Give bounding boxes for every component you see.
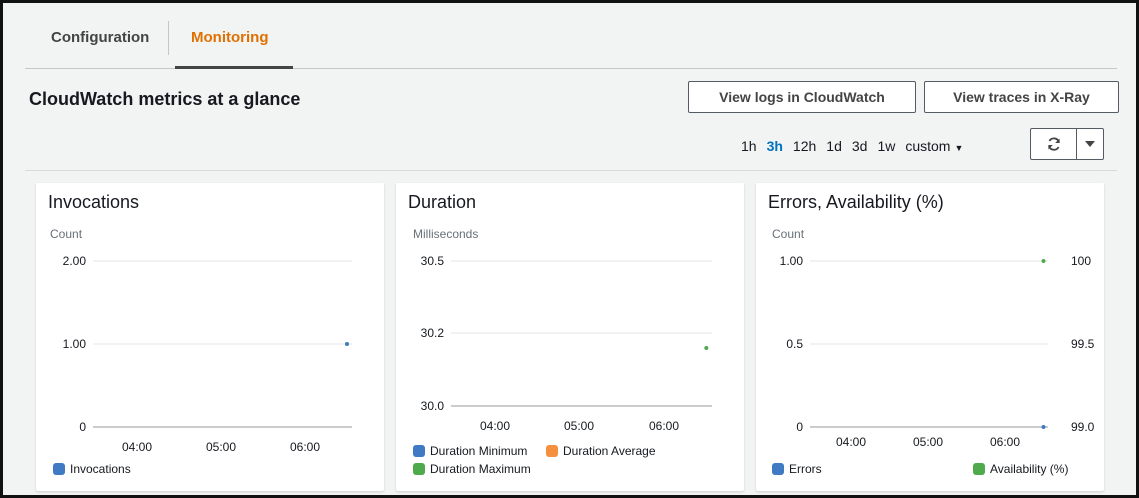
x-tick-label: 06:00 xyxy=(290,440,320,454)
view-logs-button[interactable]: View logs in CloudWatch xyxy=(688,81,916,113)
tab-separator xyxy=(168,21,169,55)
caret-down-icon xyxy=(1085,141,1095,147)
range-3h[interactable]: 3h xyxy=(767,138,783,154)
legend-label: Availability (%) xyxy=(990,462,1069,476)
refresh-icon xyxy=(1047,137,1060,151)
tab-monitoring[interactable]: Monitoring xyxy=(191,27,268,69)
data-point-duration-maximum xyxy=(704,346,709,350)
legend-item-duration-maximum[interactable]: Duration Maximum xyxy=(413,462,531,476)
data-point-invocations xyxy=(345,342,349,346)
y-tick-label: 0 xyxy=(796,420,803,434)
y-tick-label: 30.2 xyxy=(421,326,445,340)
range-12h[interactable]: 12h xyxy=(793,138,816,154)
y-tick-label: 1.00 xyxy=(63,337,87,351)
legend-item-duration-minimum[interactable]: Duration Minimum xyxy=(413,444,527,458)
range-1w[interactable]: 1w xyxy=(877,138,895,154)
y2-tick-label: 99.0 xyxy=(1071,420,1095,434)
active-tab-indicator xyxy=(175,66,293,69)
time-range-selector: 1h 3h 12h 1d 3d 1w custom ▼ xyxy=(741,135,983,157)
refresh-options-dropdown[interactable] xyxy=(1077,129,1103,159)
x-tick-label: 04:00 xyxy=(122,440,152,454)
header-divider xyxy=(25,170,1117,171)
range-1d[interactable]: 1d xyxy=(826,138,842,154)
x-tick-label: 06:00 xyxy=(649,419,679,433)
refresh-button[interactable] xyxy=(1031,129,1077,159)
legend-swatch xyxy=(772,463,784,475)
legend-label: Errors xyxy=(789,462,822,476)
console-frame: Configuration Monitoring CloudWatch metr… xyxy=(0,0,1139,498)
duration-widget: Duration Milliseconds 30.5 30.2 30.0 04:… xyxy=(396,183,744,491)
y-tick-label: 0 xyxy=(79,420,86,434)
x-tick-label: 05:00 xyxy=(913,435,943,449)
range-3d[interactable]: 3d xyxy=(852,138,868,154)
range-custom[interactable]: custom ▼ xyxy=(905,138,973,154)
legend-swatch xyxy=(413,463,425,475)
legend-label: Duration Minimum xyxy=(430,444,528,458)
y2-tick-label: 99.5 xyxy=(1071,337,1095,351)
legend-item-duration-average[interactable]: Duration Average xyxy=(546,444,656,458)
data-point-availability xyxy=(1041,259,1046,263)
range-1h[interactable]: 1h xyxy=(741,138,757,154)
x-tick-label: 05:00 xyxy=(564,419,594,433)
y-tick-label: 30.5 xyxy=(421,254,445,268)
x-tick-label: 05:00 xyxy=(206,440,236,454)
x-tick-label: 04:00 xyxy=(480,419,510,433)
y-tick-label: 30.0 xyxy=(421,399,445,413)
range-custom-label: custom xyxy=(905,138,951,154)
caret-down-icon: ▼ xyxy=(954,143,964,153)
invocations-chart: 2.00 1.00 0 04:00 05:00 06:00 xyxy=(63,254,352,454)
y-tick-label: 2.00 xyxy=(63,254,87,268)
legend-item-availability[interactable]: Availability (%) xyxy=(973,462,1068,476)
legend-swatch xyxy=(53,463,65,475)
legend-label: Invocations xyxy=(70,462,131,476)
data-point-errors xyxy=(1041,425,1046,429)
errors-availability-chart: 1.00 0.5 0 100 99.5 99.0 04:00 05:00 06:… xyxy=(780,254,1095,449)
x-tick-label: 06:00 xyxy=(990,435,1020,449)
tab-bar: Configuration Monitoring xyxy=(25,17,1117,69)
page-title: CloudWatch metrics at a glance xyxy=(29,89,301,109)
legend-label: Duration Maximum xyxy=(430,462,531,476)
legend-item-errors[interactable]: Errors xyxy=(772,462,822,476)
tab-configuration[interactable]: Configuration xyxy=(51,27,149,69)
x-tick-label: 04:00 xyxy=(836,435,866,449)
errors-availability-widget: Errors, Availability (%) Count 1.00 0.5 … xyxy=(756,183,1104,491)
refresh-button-group xyxy=(1030,128,1104,160)
legend-swatch xyxy=(413,445,425,457)
y-tick-label: 0.5 xyxy=(786,337,803,351)
legend-item-invocations[interactable]: Invocations xyxy=(53,462,131,476)
legend-swatch xyxy=(973,463,985,475)
y-tick-label: 1.00 xyxy=(780,254,804,268)
view-traces-button[interactable]: View traces in X-Ray xyxy=(924,81,1119,113)
legend-label: Duration Average xyxy=(563,444,656,458)
legend-swatch xyxy=(546,445,558,457)
invocations-widget: Invocations Count 2.00 1.00 0 04:00 05:0… xyxy=(36,183,384,491)
y2-tick-label: 100 xyxy=(1071,254,1091,268)
